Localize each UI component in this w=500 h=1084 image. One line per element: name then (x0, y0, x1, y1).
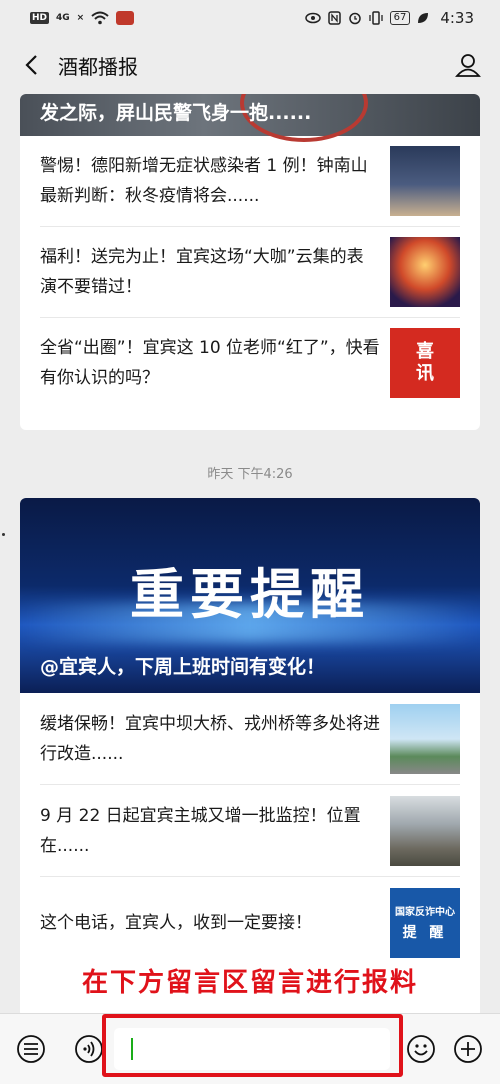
leaf-icon (418, 13, 429, 23)
no-signal-badge: × (76, 13, 85, 23)
article-title: 警惕！德阳新增无症状感染者 1 例！钟南山最新判断：秋冬疫情将会...... (40, 156, 368, 206)
article-thumbnail: 喜 讯 (390, 328, 460, 398)
plus-icon (454, 1035, 482, 1063)
article-item[interactable]: 警惕！德阳新增无症状感染者 1 例！钟南山最新判断：秋冬疫情将会...... (40, 136, 460, 227)
article-item[interactable]: 9 月 22 日起宜宾主城又增一批监控！位置在...... (40, 785, 460, 877)
hero-title: @宜宾人，下周上班时间有变化！ (40, 656, 326, 678)
article-title: 全省“出圈”！宜宾这 10 位老师“红了”，快看有你认识的吗？ (40, 338, 380, 388)
battery-indicator: 67 (389, 11, 411, 25)
article-title: 福利！送完为止！宜宾这场“大咖”云集的表演不要错过！ (40, 247, 364, 297)
article-title: 缓堵保畅！宜宾中坝大桥、戎州桥等多处将进行改造...... (40, 713, 380, 764)
article-thumbnail: 国家反诈中心 提 醒 (390, 887, 460, 958)
voice-button[interactable] (73, 1033, 105, 1065)
hd-badge: HD (30, 12, 50, 24)
page-title: 酒都播报 (58, 54, 138, 79)
article-title: 9 月 22 日起宜宾主城又增一批监控！位置在...... (40, 805, 361, 856)
article-thumbnail (390, 795, 460, 866)
menu-list-icon (17, 1035, 45, 1063)
user-icon (455, 54, 481, 77)
voice-icon (75, 1035, 103, 1063)
more-button[interactable] (452, 1033, 484, 1065)
article-thumbnail (390, 703, 460, 774)
clock: 4:33 (440, 9, 474, 27)
hero-headline: 重要提醒 (130, 563, 370, 626)
stray-dot (2, 533, 5, 536)
profile-button[interactable] (452, 49, 484, 81)
thumbnail-text: 提 醒 (402, 924, 448, 941)
thumbnail-text: 喜 (416, 341, 434, 362)
eye-icon (304, 12, 321, 24)
network-badge: 4G (56, 13, 70, 23)
nfc-icon (327, 11, 341, 25)
message-timestamp: 昨天 下午4:26 (207, 467, 293, 482)
hero-banner[interactable]: 重要提醒 @宜宾人，下周上班时间有变化！ (20, 498, 480, 693)
article-thumbnail (390, 146, 460, 216)
input-highlight-box (102, 1014, 403, 1077)
vibrate-icon (368, 11, 383, 25)
menu-button[interactable] (15, 1033, 47, 1065)
thumbnail-text: 讯 (416, 363, 434, 384)
article-item[interactable]: 全省“出圈”！宜宾这 10 位老师“红了”，快看有你认识的吗？ 喜 讯 (40, 318, 460, 408)
back-button[interactable] (16, 50, 46, 80)
article-item[interactable]: 福利！送完为止！宜宾这场“大咖”云集的表演不要错过！ (40, 227, 460, 318)
article-card-2: 重要提醒 @宜宾人，下周上班时间有变化！ 缓堵保畅！宜宾中坝大桥、戎州桥等多处将… (20, 498, 480, 1018)
article-item[interactable]: 这个电话，宜宾人，收到一定要接！ 国家反诈中心 提 醒 (40, 877, 460, 968)
article-title: 这个电话，宜宾人，收到一定要接！ (40, 912, 312, 933)
app-notification-icon (116, 11, 135, 25)
wifi-icon (91, 11, 109, 25)
status-bar: HD 4G × 67 4:33 (0, 0, 500, 36)
article-item[interactable]: 缓堵保畅！宜宾中坝大桥、戎州桥等多处将进行改造...... (40, 693, 460, 785)
thumbnail-text: 国家反诈中心 (395, 906, 455, 918)
comment-prompt-annotation: 在下方留言区留言进行报料 (81, 968, 418, 998)
hero-banner[interactable]: 发之际，屏山民警飞身一抱...... (20, 94, 480, 142)
navigation-bar: 酒都播报 (0, 36, 500, 94)
article-thumbnail (390, 237, 460, 307)
back-arrow-icon (25, 55, 37, 75)
emoji-icon (407, 1035, 435, 1063)
alarm-icon (348, 12, 361, 25)
article-card-1: 发之际，屏山民警飞身一抱...... 警惕！德阳新增无症状感染者 1 例！钟南山… (20, 94, 480, 430)
emoji-button[interactable] (405, 1033, 437, 1065)
hero-title: 发之际，屏山民警飞身一抱...... (40, 102, 312, 124)
